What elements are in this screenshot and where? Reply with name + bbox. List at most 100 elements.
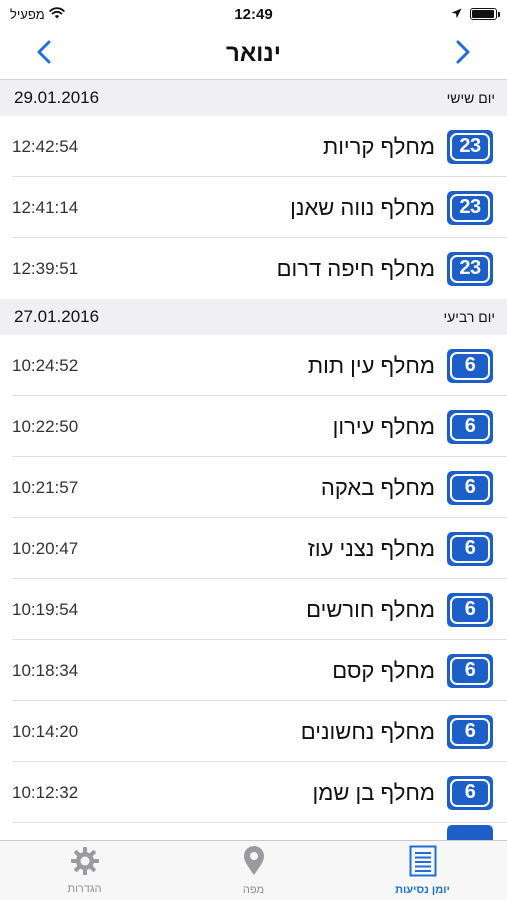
trip-info: מחלף חיפה דרום 23 — [276, 251, 493, 286]
trip-info: מחלף קסם 6 — [332, 653, 493, 688]
trip-info: מחלף באקה 6 — [320, 470, 493, 505]
trip-row[interactable]: 12:41:14 מחלף נווה שאנן 23 — [0, 177, 507, 238]
section-header: 29.01.2016 יום שישי — [0, 80, 507, 116]
status-left: מפעיל — [10, 6, 65, 22]
route-number: 6 — [450, 534, 490, 563]
route-number: 23 — [450, 132, 490, 161]
route-badge-icon: 23 — [447, 251, 493, 286]
route-badge-icon: 6 — [447, 531, 493, 566]
trip-row[interactable]: 10:24:52 מחלף עין תות 6 — [0, 335, 507, 396]
trip-info: מחלף עירון 6 — [332, 409, 493, 444]
route-number: 6 — [450, 778, 490, 807]
status-right — [451, 6, 500, 22]
trip-time: 10:14:20 — [12, 721, 79, 741]
location-arrow-icon — [451, 6, 462, 22]
trip-interchange: מחלף נחשונים — [300, 718, 435, 744]
map-pin-icon — [242, 845, 266, 882]
trip-interchange: מחלף חיפה דרום — [276, 255, 435, 281]
battery-level — [472, 10, 494, 18]
gear-icon — [70, 846, 100, 881]
trip-interchange: מחלף קריות — [323, 133, 435, 159]
route-badge-icon: 23 — [447, 129, 493, 164]
trip-row[interactable]: 10:14:20 מחלף נחשונים 6 — [0, 701, 507, 762]
tab-trip-log[interactable]: יומן נסיעות — [363, 841, 483, 900]
previous-month-button[interactable] — [24, 34, 64, 74]
route-badge-icon: 6 — [447, 775, 493, 810]
trip-time: 10:20:47 — [12, 538, 79, 558]
tab-map-label: מפה — [242, 884, 265, 896]
wifi-icon — [49, 6, 65, 22]
trip-row[interactable]: 10:20:47 מחלף נצני עוז 6 — [0, 518, 507, 579]
trip-row-partial[interactable] — [0, 823, 507, 840]
trip-time: 10:12:32 — [12, 782, 79, 802]
route-badge-icon: 23 — [447, 190, 493, 225]
nav-bar: ינואר — [0, 28, 507, 80]
trip-row[interactable]: 10:22:50 מחלף עירון 6 — [0, 396, 507, 457]
route-badge-icon — [447, 825, 493, 840]
trip-row[interactable]: 10:19:54 מחלף חורשים 6 — [0, 579, 507, 640]
trip-info: מחלף בן שמן 6 — [312, 775, 493, 810]
trip-row[interactable]: 10:18:34 מחלף קסם 6 — [0, 640, 507, 701]
trip-info: מחלף עין תות 6 — [307, 348, 493, 383]
carrier-label: מפעיל — [10, 6, 45, 22]
trip-info: מחלף חורשים 6 — [306, 592, 493, 627]
trip-time: 10:18:34 — [12, 660, 79, 680]
trip-info: מחלף נצני עוז 6 — [307, 531, 493, 566]
trip-log-list[interactable]: 29.01.2016 יום שישי 12:42:54 מחלף קריות … — [0, 80, 507, 840]
route-badge-icon: 6 — [447, 470, 493, 505]
trip-row[interactable]: 12:39:51 מחלף חיפה דרום 23 — [0, 238, 507, 299]
route-number: 6 — [450, 351, 490, 380]
route-badge-icon: 6 — [447, 409, 493, 444]
route-number: 6 — [450, 473, 490, 502]
trip-info: מחלף נווה שאנן 23 — [290, 190, 493, 225]
trip-interchange: מחלף נווה שאנן — [290, 194, 435, 220]
tab-trip-log-label: יומן נסיעות — [395, 884, 450, 896]
route-badge-icon: 6 — [447, 653, 493, 688]
section-date: 27.01.2016 — [14, 307, 100, 326]
route-badge-icon: 6 — [447, 348, 493, 383]
trip-interchange: מחלף באקה — [320, 474, 435, 500]
trip-time: 10:22:50 — [12, 416, 79, 436]
next-month-button[interactable] — [443, 34, 483, 74]
route-number: 23 — [450, 254, 490, 283]
trip-time: 10:19:54 — [12, 599, 79, 619]
trip-interchange: מחלף נצני עוז — [307, 535, 435, 561]
status-time: 12:49 — [234, 5, 273, 23]
trip-info: מחלף קריות 23 — [323, 129, 493, 164]
trip-time: 12:42:54 — [12, 136, 79, 156]
trip-row[interactable]: 10:12:32 מחלף בן שמן 6 — [0, 762, 507, 823]
route-number: 6 — [450, 656, 490, 685]
trip-row[interactable]: 12:42:54 מחלף קריות 23 — [0, 116, 507, 177]
route-number: 23 — [450, 193, 490, 222]
trip-interchange: מחלף עירון — [332, 413, 435, 439]
section-day: יום רביעי — [443, 309, 495, 325]
chevron-left-icon — [37, 40, 51, 69]
tab-settings[interactable]: הגדרות — [25, 841, 145, 900]
trip-interchange: מחלף חורשים — [306, 596, 435, 622]
trip-row[interactable]: 10:21:57 מחלף באקה 6 — [0, 457, 507, 518]
route-number: 6 — [450, 595, 490, 624]
trip-time: 10:21:57 — [12, 477, 79, 497]
route-number: 6 — [450, 412, 490, 441]
chevron-right-icon — [456, 40, 470, 69]
status-bar: מפעיל 12:49 — [0, 0, 507, 28]
trip-interchange: מחלף קסם — [332, 657, 435, 683]
route-number: 6 — [450, 717, 490, 746]
list-icon — [409, 845, 437, 882]
route-badge-icon: 6 — [447, 592, 493, 627]
trip-time: 12:41:14 — [12, 197, 79, 217]
section-date: 29.01.2016 — [14, 88, 100, 107]
trip-time: 10:24:52 — [12, 355, 79, 375]
tab-map[interactable]: מפה — [194, 841, 314, 900]
tab-settings-label: הגדרות — [67, 883, 102, 895]
page-title: ינואר — [225, 39, 282, 67]
trip-info: מחלף נחשונים 6 — [300, 714, 493, 749]
section-day: יום שישי — [446, 90, 495, 106]
section-header: 27.01.2016 יום רביעי — [0, 299, 507, 335]
trip-interchange: מחלף בן שמן — [312, 779, 435, 805]
battery-icon — [470, 8, 500, 20]
tab-bar: הגדרות מפה יומן נסיעות — [0, 840, 507, 900]
trip-time: 12:39:51 — [12, 258, 79, 278]
route-badge-icon: 6 — [447, 714, 493, 749]
trip-interchange: מחלף עין תות — [307, 352, 435, 378]
